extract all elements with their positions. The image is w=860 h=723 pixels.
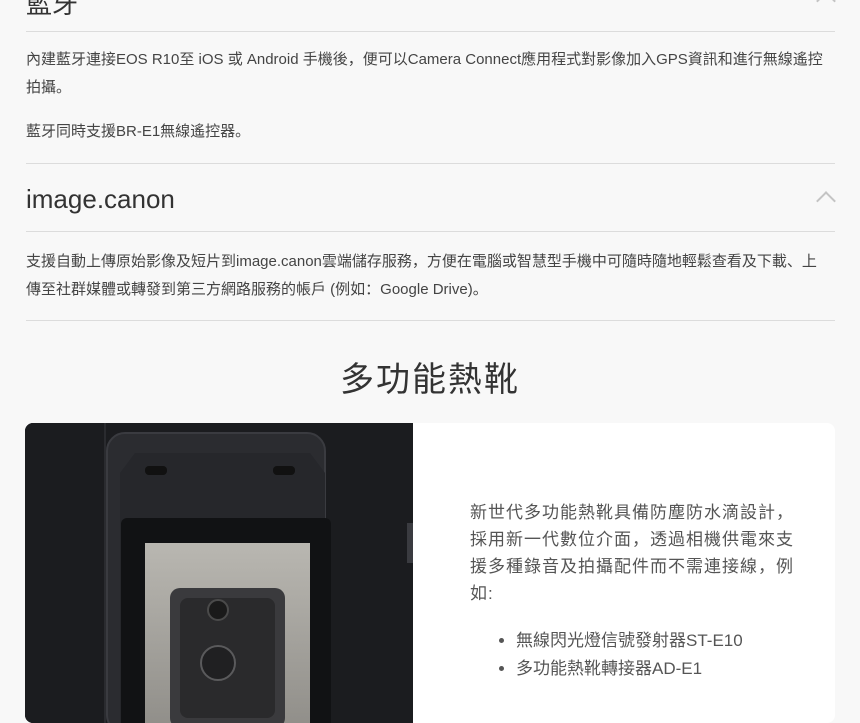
accordion-title: image.canon bbox=[26, 184, 175, 214]
accordion-header-image-canon[interactable]: image.canon bbox=[26, 164, 836, 232]
feature-list: 無線閃光燈信號發射器ST-E10 多功能熱靴轉接器AD-E1 bbox=[470, 627, 800, 683]
section-title: 多功能熱靴 bbox=[340, 361, 520, 399]
chevron-up-icon[interactable] bbox=[816, 0, 836, 11]
feature-card-text: 新世代多功能熱靴具備防塵防水滴設計，採用新一代數位介面，透過相機供電來支援多種錄… bbox=[470, 499, 800, 683]
accordion-paragraph: 支援自動上傳原始影像及短片到image.canon雲端儲存服務，方便在電腦或智慧… bbox=[26, 253, 817, 298]
accordion-panel-image-canon: 支援自動上傳原始影像及短片到image.canon雲端儲存服務，方便在電腦或智慧… bbox=[26, 248, 826, 304]
divider bbox=[26, 320, 835, 321]
accordion-panel-bluetooth: 內建藍牙連接EOS R10至 iOS 或 Android 手機後，便可以Came… bbox=[26, 46, 826, 146]
feature-description: 新世代多功能熱靴具備防塵防水滴設計，採用新一代數位介面，透過相機供電來支援多種錄… bbox=[470, 503, 794, 603]
accordion-title: 藍牙 bbox=[26, 0, 79, 19]
chevron-up-icon[interactable] bbox=[816, 191, 836, 211]
accordion-header-bluetooth[interactable]: 藍牙 bbox=[26, 0, 836, 32]
accordion-paragraph: 藍牙同時支援BR-E1無線遙控器。 bbox=[26, 123, 251, 140]
accordion-paragraph: 內建藍牙連接EOS R10至 iOS 或 Android 手機後，便可以Came… bbox=[26, 51, 823, 96]
feature-card: 新世代多功能熱靴具備防塵防水滴設計，採用新一代數位介面，透過相機供電來支援多種錄… bbox=[25, 423, 835, 723]
hot-shoe-photo bbox=[25, 423, 413, 723]
list-item: 多功能熱靴轉接器AD-E1 bbox=[516, 655, 800, 683]
list-item: 無線閃光燈信號發射器ST-E10 bbox=[516, 627, 800, 655]
hot-shoe-illustration bbox=[25, 423, 413, 723]
